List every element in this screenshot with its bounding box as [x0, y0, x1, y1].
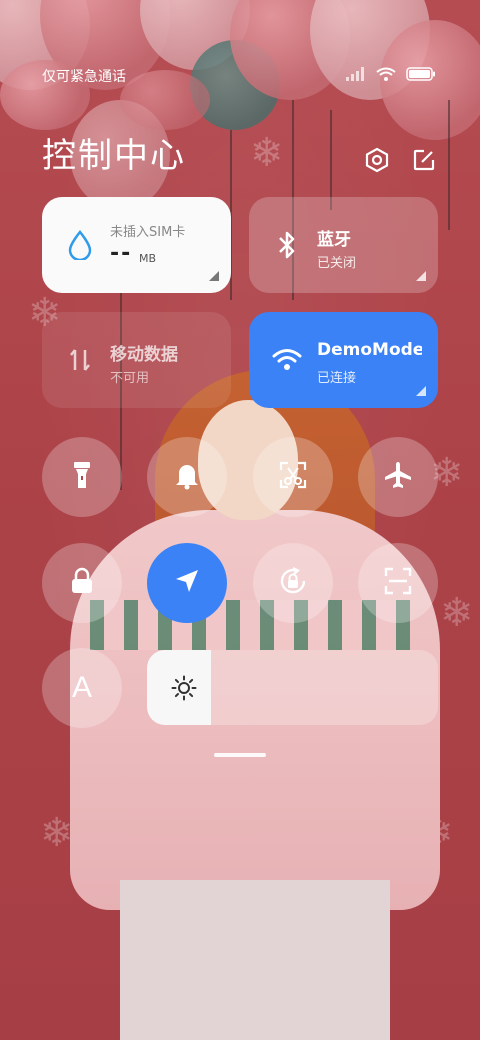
settings-icon[interactable] — [363, 146, 391, 174]
data-arrows-icon — [64, 344, 96, 376]
water-drop-icon — [64, 229, 96, 261]
bluetooth-icon — [271, 229, 303, 261]
flashlight-icon — [72, 460, 92, 494]
expand-corner-icon — [209, 271, 219, 281]
bell-icon — [173, 460, 201, 494]
brightness-slider[interactable] — [147, 650, 438, 725]
wifi-status: 已连接 — [317, 371, 357, 386]
rotation-lock-icon — [277, 565, 309, 601]
lock-icon — [69, 567, 95, 599]
mobile-data-tile[interactable]: 移动数据 不可用 — [42, 312, 231, 408]
location-toggle[interactable] — [147, 543, 227, 623]
illustration-pattern — [90, 600, 410, 650]
expand-corner-icon — [416, 386, 426, 396]
mute-toggle[interactable] — [147, 437, 227, 517]
scan-icon — [383, 566, 413, 600]
edit-icon[interactable] — [410, 146, 438, 174]
bluetooth-tile[interactable]: 蓝牙 已关闭 — [249, 197, 438, 293]
signal-icon — [346, 67, 366, 81]
wifi-icon — [271, 344, 303, 376]
carrier-status-text: 仅可紧急通话 — [42, 69, 126, 85]
airplane-mode-toggle[interactable] — [358, 437, 438, 517]
wifi-tile[interactable]: DemoMode 已连接 — [249, 312, 438, 408]
status-icons — [346, 67, 436, 81]
sun-icon — [171, 675, 197, 701]
snowflake: ❄ — [440, 590, 474, 636]
drag-handle[interactable] — [214, 753, 266, 757]
balloon-string — [330, 110, 332, 210]
page-title: 控制中心 — [42, 136, 186, 176]
snowflake: ❄ — [40, 810, 74, 856]
snowflake: ❄ — [250, 130, 284, 176]
battery-icon — [406, 67, 436, 81]
wifi-network-name: DemoMode — [317, 340, 422, 360]
mobile-data-status: 不可用 — [110, 371, 150, 386]
expand-corner-icon — [416, 271, 426, 281]
location-arrow-icon — [173, 567, 201, 599]
rotation-lock-toggle[interactable] — [253, 543, 333, 623]
bluetooth-status: 已关闭 — [317, 256, 357, 271]
font-icon: A — [71, 671, 92, 704]
status-bar: 仅可紧急通话 — [0, 0, 480, 85]
bluetooth-title: 蓝牙 — [317, 230, 351, 250]
sim-status-text: 未插入SIM卡 — [110, 225, 186, 240]
mobile-data-title: 移动数据 — [110, 345, 178, 365]
scanner-toggle[interactable] — [358, 543, 438, 623]
wifi-icon — [376, 67, 396, 81]
flashlight-toggle[interactable] — [42, 437, 122, 517]
lock-screen-toggle[interactable] — [42, 543, 122, 623]
illustration-skirt — [120, 880, 390, 1040]
balloon-string — [448, 100, 450, 230]
balloon — [120, 70, 210, 130]
airplane-icon — [383, 460, 413, 494]
screenshot-toggle[interactable] — [253, 437, 333, 517]
data-usage-value: -- — [110, 241, 133, 266]
font-size-toggle[interactable]: A — [42, 648, 122, 728]
data-usage-unit: MB — [139, 252, 157, 265]
scissors-icon — [278, 460, 308, 494]
sim-data-tile[interactable]: 未插入SIM卡 -- MB — [42, 197, 231, 293]
